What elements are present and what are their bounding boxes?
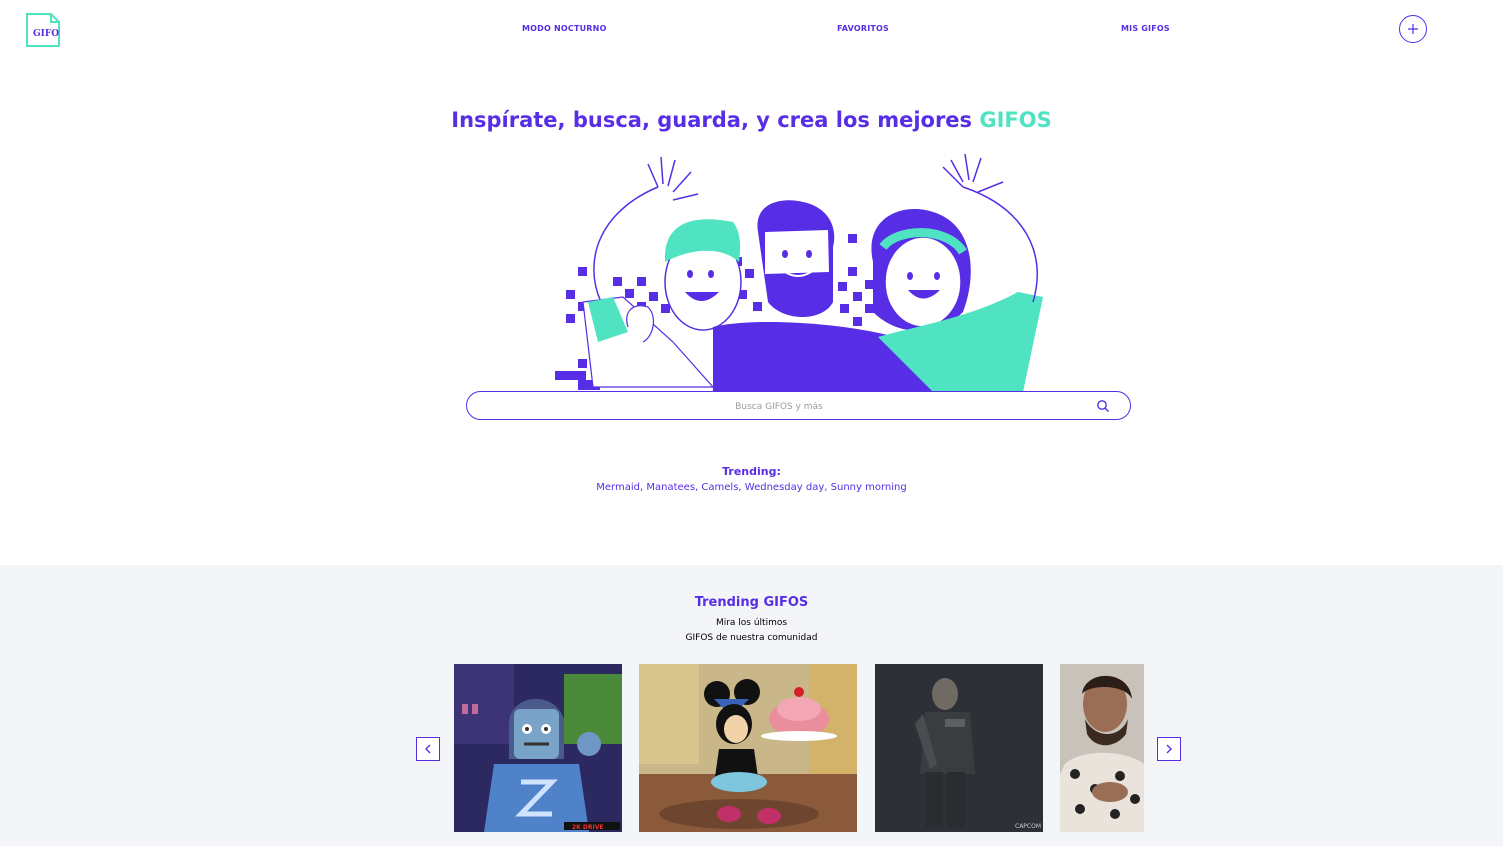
hero-title-accent: GIFOS (979, 108, 1052, 132)
svg-text:2K DRIVE: 2K DRIVE (572, 824, 604, 831)
logo-icon: GIFOS (26, 13, 66, 47)
search-bar (466, 391, 1131, 420)
nav-favorites[interactable]: FAVORITOS (837, 24, 889, 33)
trending-gifos-title: Trending GIFOS (694, 595, 809, 610)
gif-card[interactable]: CAPCOM (875, 664, 1043, 832)
trending-term-wednesday-day[interactable]: Wednesday day (745, 482, 824, 493)
trending-term-camels[interactable]: Camels (701, 482, 738, 493)
trending-term-sunny-morning[interactable]: Sunny morning (831, 482, 907, 493)
gif-minnie-mouse (639, 664, 857, 832)
nav-my-gifos[interactable]: MIS GIFOS (1121, 24, 1170, 33)
trending-terms: Mermaid, Manatees, Camels, Wednesday day… (0, 482, 1503, 493)
gif-card[interactable] (639, 664, 857, 832)
gif-resident-evil: CAPCOM (875, 664, 1043, 832)
term-separator: , (640, 482, 644, 493)
gif-card[interactable] (1060, 664, 1144, 832)
create-gifo-button[interactable] (1399, 15, 1427, 43)
trending-gifos-section: Trending GIFOS Mira los últimos GIFOS de… (0, 565, 1503, 846)
hero-title: Inspírate, busca, guarda, y crea los mej… (451, 108, 1052, 132)
nav-night-mode[interactable]: MODO NOCTURNO (522, 24, 607, 33)
carousel-prev-button[interactable] (416, 737, 440, 761)
svg-text:GIFOS: GIFOS (33, 29, 60, 39)
waving-friends-illustration (555, 153, 1043, 392)
trending-term-manatees[interactable]: Manatees (646, 482, 695, 493)
term-separator: , (738, 482, 742, 493)
gif-man-heart (1060, 664, 1144, 832)
subtitle-line-2: GIFOS de nuestra comunidad (685, 633, 818, 643)
chevron-right-icon (1166, 744, 1172, 754)
plus-icon (1408, 24, 1418, 34)
gif-card[interactable]: 2K DRIVE (454, 664, 622, 832)
subtitle-line-1: Mira los últimos (715, 618, 788, 628)
trending-gifos-subtitle: Mira los últimos GIFOS de nuestra comuni… (0, 616, 1503, 646)
svg-text:CAPCOM: CAPCOM (1015, 823, 1041, 830)
term-separator: , (824, 482, 828, 493)
trending-term-mermaid[interactable]: Mermaid (596, 482, 640, 493)
carousel-next-button[interactable] (1157, 737, 1181, 761)
term-separator: , (695, 482, 699, 493)
trending-label: Trending: (722, 465, 781, 478)
search-icon[interactable] (1096, 399, 1110, 413)
search-input[interactable] (497, 396, 1061, 418)
logo[interactable]: GIFOS (26, 13, 66, 47)
gif-lego-zombie: 2K DRIVE (454, 664, 622, 832)
chevron-left-icon (425, 744, 431, 754)
